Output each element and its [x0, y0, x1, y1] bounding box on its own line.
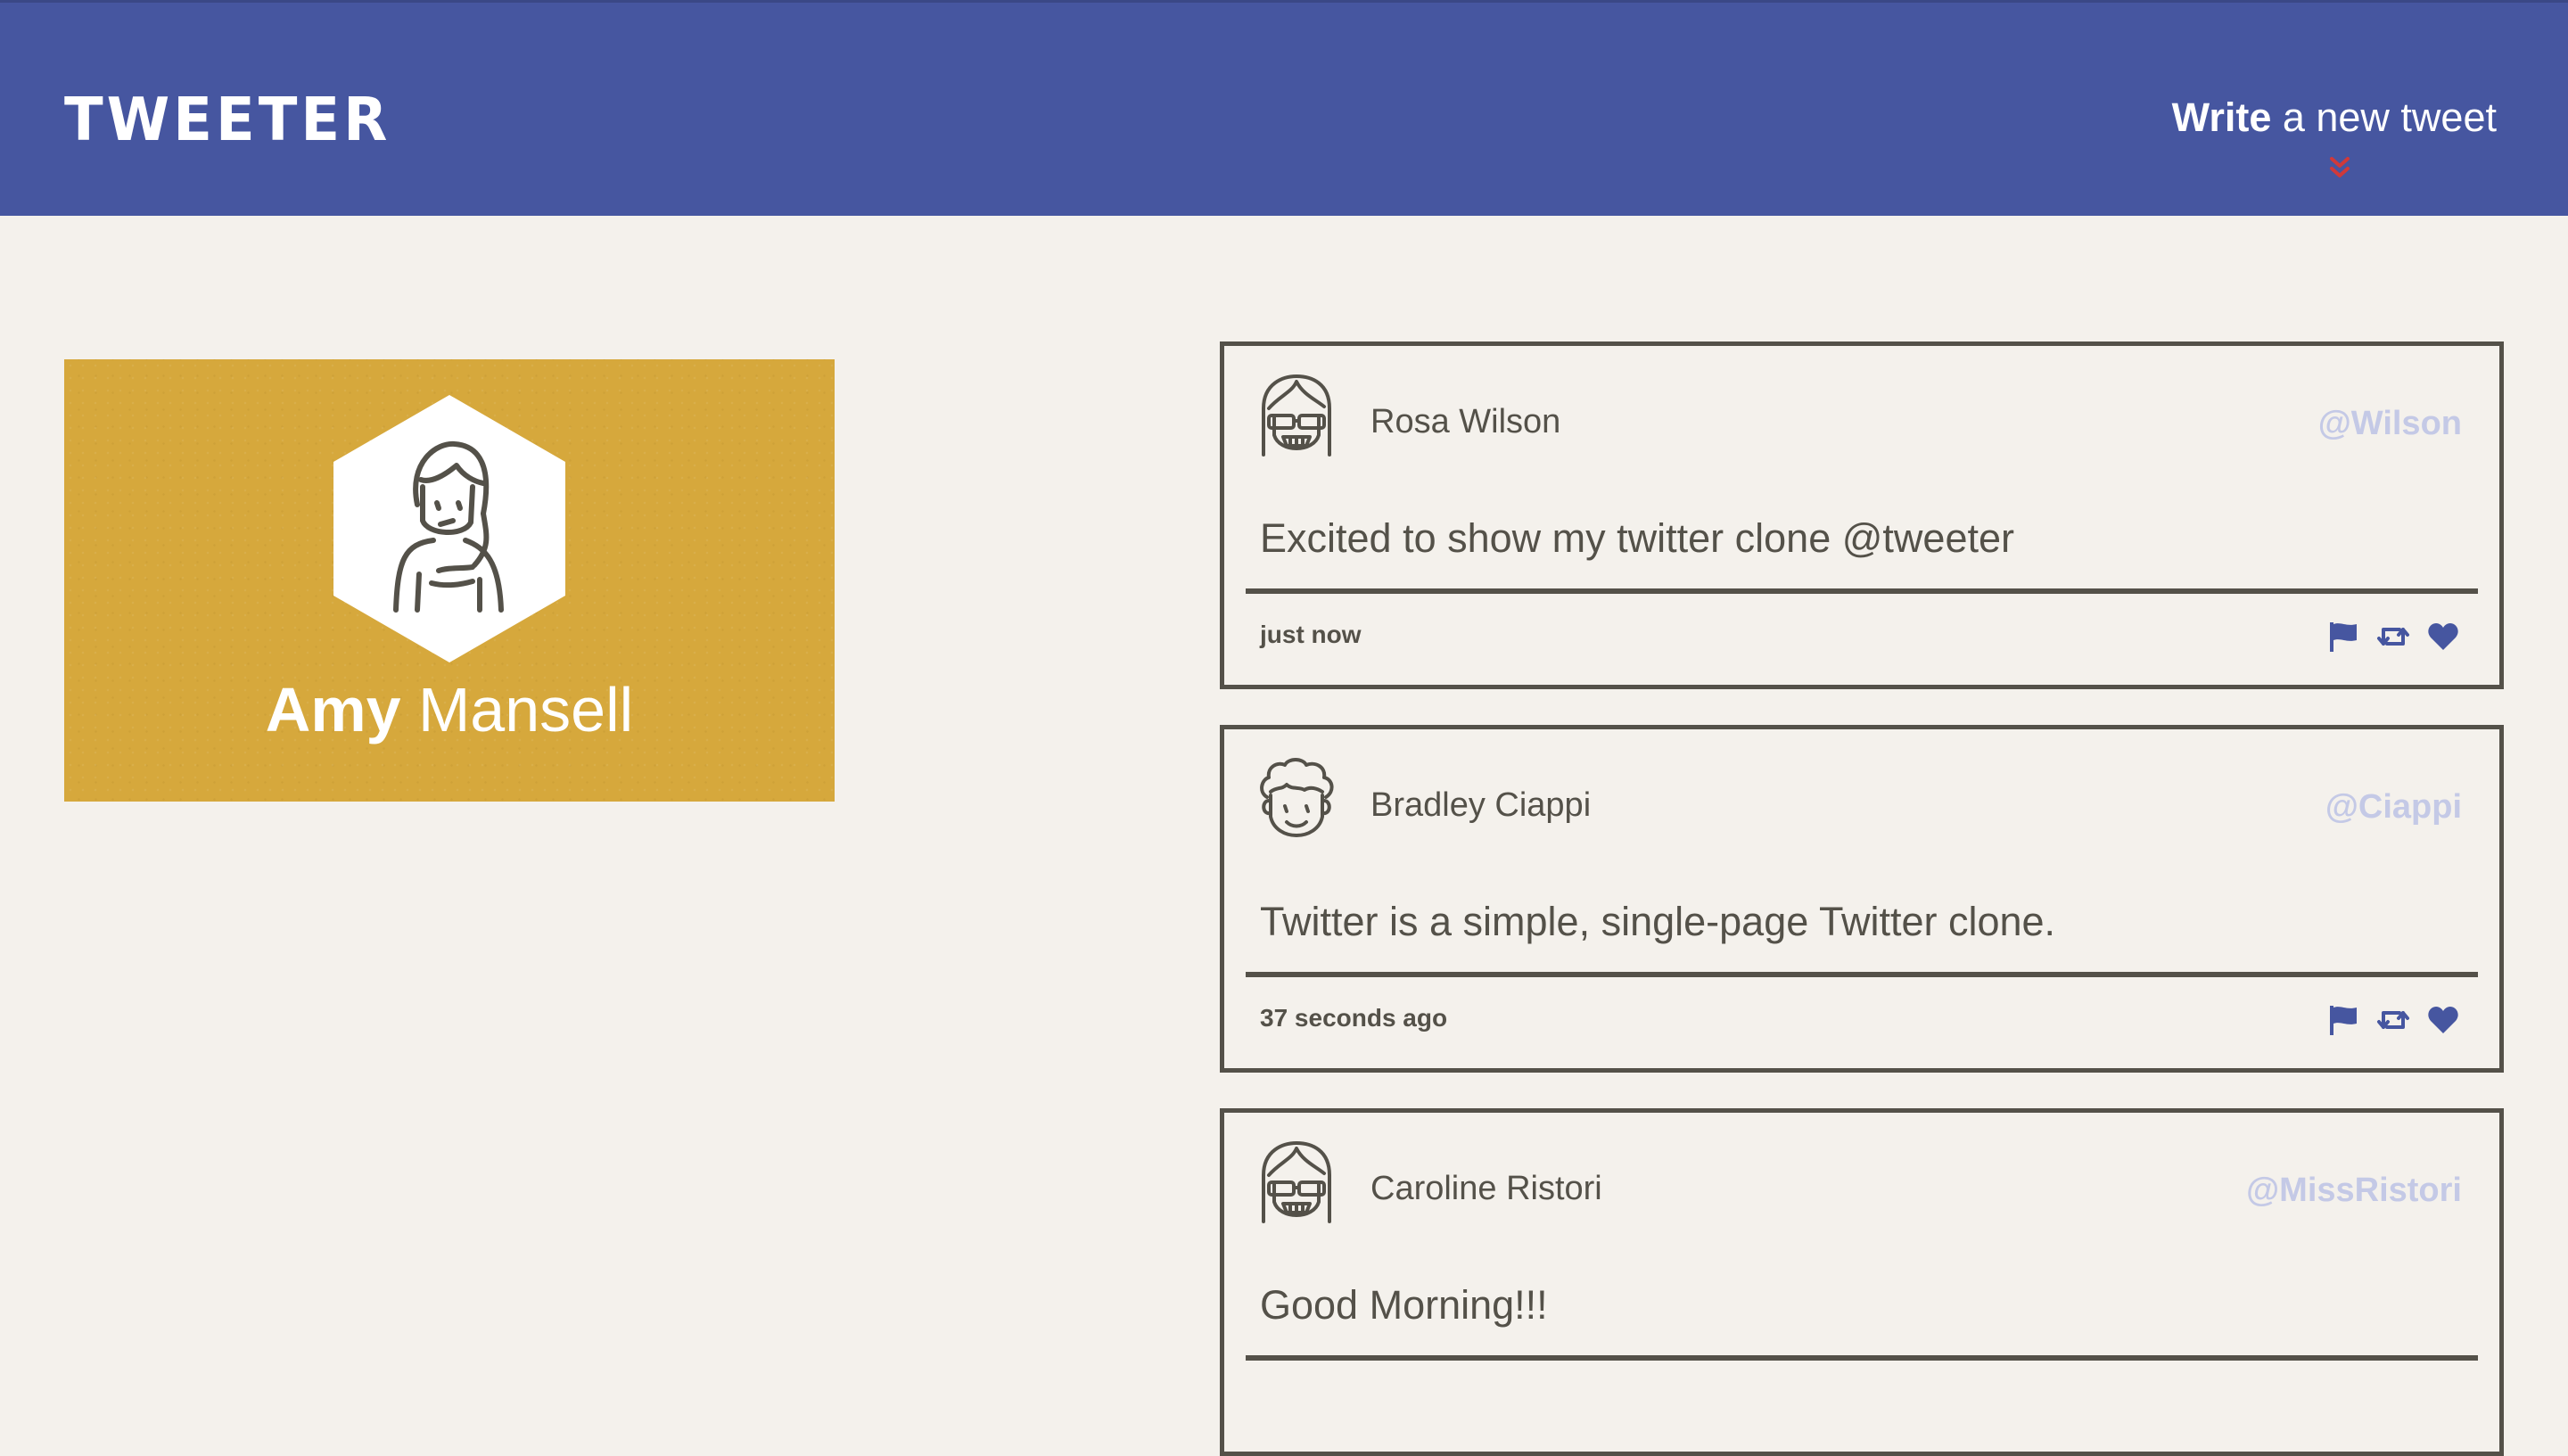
- tweet-divider: [1246, 972, 2478, 977]
- compose-label-bold: Write: [2171, 95, 2272, 140]
- heart-icon[interactable]: [2426, 621, 2460, 653]
- top-nav-bar: TWEETER Write a new tweet: [0, 0, 2568, 216]
- tweet-actions: [2326, 1004, 2460, 1036]
- tweet-author-name: Rosa Wilson: [1370, 403, 1561, 440]
- flag-icon[interactable]: [2326, 621, 2360, 653]
- double-chevron-down-icon[interactable]: [2329, 156, 2350, 181]
- heart-icon[interactable]: [2426, 1004, 2460, 1036]
- profile-last-name: Mansell: [417, 675, 634, 744]
- tweet-author-handle[interactable]: @Ciappi: [2325, 788, 2462, 827]
- tweet-content: Twitter is a simple, single-page Twitter…: [1260, 899, 2056, 944]
- tweet-card: Rosa Wilson @Wilson Excited to show my t…: [1220, 341, 2504, 689]
- curly-hair-avatar-icon: [1260, 758, 1334, 837]
- profile-name: Amy Mansell: [64, 679, 835, 741]
- retweet-icon[interactable]: [2376, 621, 2410, 653]
- tweet-actions: [2326, 621, 2460, 653]
- tweet-card: Bradley Ciappi @Ciappi Twitter is a simp…: [1220, 725, 2504, 1073]
- flag-icon[interactable]: [2326, 1004, 2360, 1036]
- tweet-timestamp: just now: [1260, 621, 1362, 648]
- tweet-content: Excited to show my twitter clone @tweete…: [1260, 515, 2014, 561]
- tweet-content: Good Morning!!!: [1260, 1282, 1548, 1328]
- retweet-icon[interactable]: [2376, 1004, 2410, 1036]
- tweet-divider: [1246, 1355, 2478, 1361]
- tweet-timestamp: 37 seconds ago: [1260, 1004, 1448, 1032]
- tweet-card: Caroline Ristori @MissRistori Good Morni…: [1220, 1108, 2504, 1456]
- tweet-author-name: Caroline Ristori: [1370, 1170, 1602, 1207]
- profile-avatar-hexagon: [333, 395, 565, 662]
- compose-tweet-toggle[interactable]: Write a new tweet: [2172, 97, 2497, 137]
- tweet-author-handle[interactable]: @Wilson: [2318, 405, 2462, 443]
- sunglasses-avatar-icon: [1262, 374, 1331, 457]
- app-logo[interactable]: TWEETER: [64, 90, 391, 150]
- sunglasses-avatar-icon: [1262, 1141, 1331, 1223]
- profile-card: Amy Mansell: [64, 359, 835, 802]
- tweet-author-name: Bradley Ciappi: [1370, 786, 1592, 824]
- tweet-divider: [1246, 588, 2478, 594]
- girl-avatar-icon: [393, 440, 504, 613]
- profile-first-name: Amy: [265, 675, 401, 744]
- tweet-author-handle[interactable]: @MissRistori: [2246, 1172, 2462, 1210]
- compose-label-rest: a new tweet: [2271, 95, 2497, 140]
